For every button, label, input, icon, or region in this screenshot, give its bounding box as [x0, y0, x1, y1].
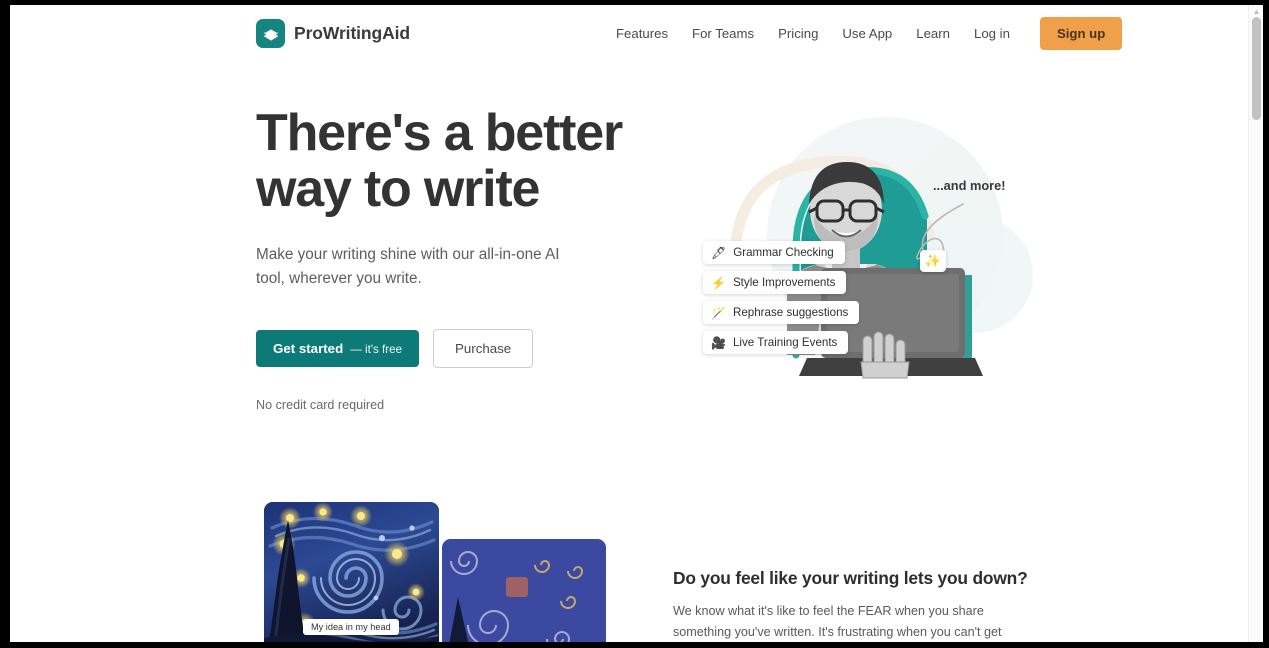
browser-viewport: ProWritingAid Features For Teams Pricing…	[10, 5, 1263, 642]
nav-for-teams[interactable]: For Teams	[680, 26, 766, 41]
magic-wand-icon: 🪄	[711, 305, 726, 320]
image-caption: My idea in my head	[303, 619, 399, 635]
nav-use-app[interactable]: Use App	[830, 26, 904, 41]
section-illustration: My idea in my head	[256, 502, 606, 642]
sparkle-chip: ✨	[920, 250, 946, 272]
page-scrollbar[interactable]: ▲	[1248, 5, 1263, 642]
browser-window: ProWritingAid Features For Teams Pricing…	[0, 0, 1269, 648]
sparkle-icon: ✨	[924, 253, 942, 268]
chip-label: Rephrase suggestions	[732, 306, 849, 319]
chip-rephrase-suggestions[interactable]: 🪄 Rephrase suggestions	[703, 301, 860, 324]
nav-learn[interactable]: Learn	[904, 26, 962, 41]
section-copy-block: Do you feel like your writing lets you d…	[673, 568, 1028, 642]
chip-style-improvements[interactable]: ⚡ Style Improvements	[703, 271, 847, 294]
hero-cta-group: Get started — it's free Purchase	[256, 328, 676, 368]
nav-features[interactable]: Features	[610, 26, 680, 41]
chip-label: Live Training Events	[732, 336, 838, 349]
hero-illustration: 🖋 Grammar Checking ⚡ Style Improvements …	[675, 100, 1035, 390]
sign-up-button[interactable]: Sign up	[1039, 16, 1123, 50]
quill-pen-icon: 🖋	[711, 245, 727, 260]
web-page: ProWritingAid Features For Teams Pricing…	[10, 5, 1248, 642]
no-credit-card-note: No credit card required	[256, 397, 385, 412]
chip-label: Grammar Checking	[733, 246, 834, 259]
chip-label: Style Improvements	[732, 276, 836, 289]
hero-copy-block: There's a better way to write Make your …	[256, 105, 676, 412]
chip-live-training-events[interactable]: 🎥 Live Training Events	[703, 331, 849, 354]
section-heading: Do you feel like your writing lets you d…	[673, 568, 1028, 588]
get-started-label: Get started	[273, 340, 344, 356]
section-body-text: We know what it's like to feel the FEAR …	[673, 604, 1002, 639]
brand-name: ProWritingAid	[294, 23, 411, 43]
purchase-button[interactable]: Purchase	[433, 328, 534, 368]
brand-logo[interactable]: ProWritingAid	[256, 19, 410, 48]
window-bottom-edge	[0, 642, 1269, 648]
nav-pricing[interactable]: Pricing	[766, 26, 830, 41]
scrollbar-thumb[interactable]	[1252, 17, 1261, 120]
hero-subtitle: Make your writing shine with our all-in-…	[256, 246, 560, 288]
main-navigation: Features For Teams Pricing Use App Learn…	[610, 5, 1123, 61]
get-started-button[interactable]: Get started — it's free	[256, 329, 420, 367]
book-pages-icon	[256, 19, 285, 48]
nav-log-in[interactable]: Log in	[962, 26, 1022, 41]
movie-camera-icon: 🎥	[711, 335, 726, 350]
page-title: There's a better way to write	[256, 104, 623, 219]
get-started-sublabel: — it's free	[350, 342, 403, 356]
and-more-label: ...and more!	[933, 178, 1006, 193]
scroll-up-icon[interactable]: ▲	[1252, 7, 1261, 16]
lightning-bolt-icon: ⚡	[711, 275, 726, 290]
chip-grammar-checking[interactable]: 🖋 Grammar Checking	[703, 241, 845, 264]
simplified-painting-card	[442, 539, 606, 642]
site-header: ProWritingAid Features For Teams Pricing…	[10, 5, 1248, 61]
